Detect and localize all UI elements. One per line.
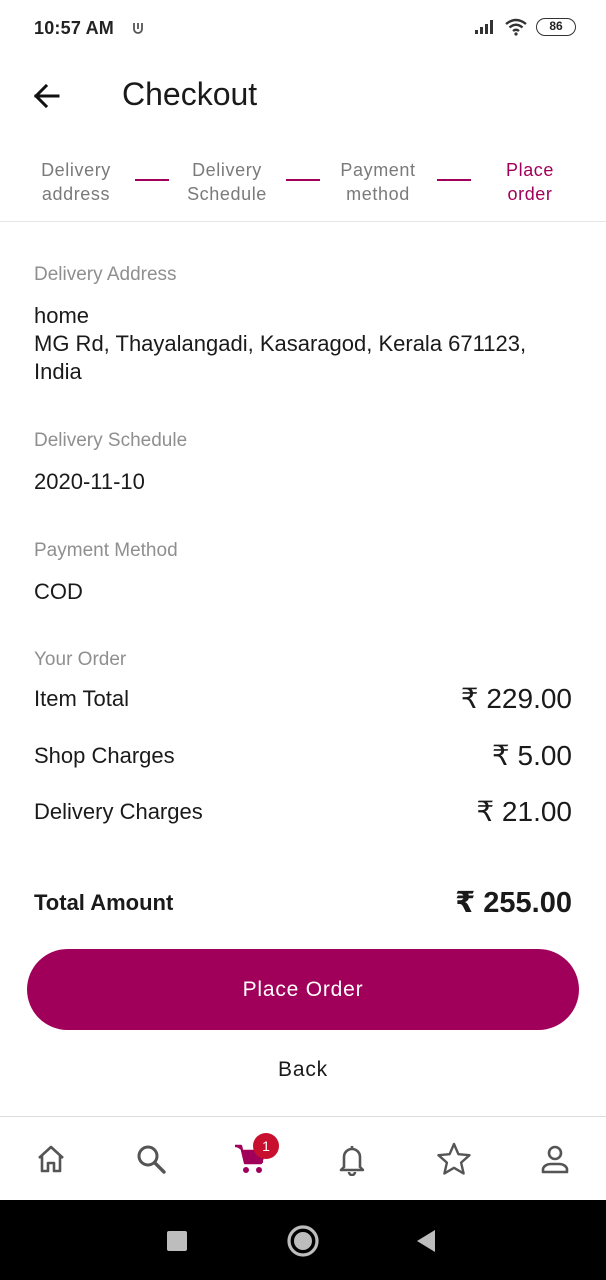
system-nav-bar (0, 1200, 606, 1280)
payment-method-label: Payment Method (34, 540, 178, 561)
step-label-line1: Delivery (41, 160, 111, 180)
order-row-item-total: Item Total ₹ 229.00 (34, 682, 572, 715)
step-label-line2: order (507, 184, 553, 204)
delivery-address-label: Delivery Address (34, 264, 177, 285)
order-row-amount: ₹ 21.00 (476, 796, 572, 827)
address-line1: MG Rd, Thayalangadi, Kasaragod, Kerala 6… (34, 331, 527, 356)
notification-icon (133, 23, 143, 34)
step-place-order[interactable]: Place order (470, 158, 590, 206)
step-connector (437, 179, 471, 181)
nav-favorites[interactable] (434, 1139, 474, 1179)
place-order-button[interactable]: Place Order (27, 949, 579, 1030)
delivery-schedule-label: Delivery Schedule (34, 430, 188, 451)
search-icon (137, 1145, 166, 1174)
step-label-line2: address (41, 184, 111, 204)
step-connector (286, 179, 320, 181)
total-amount-label: Total Amount (34, 889, 174, 915)
cart-badge: 1 (253, 1133, 279, 1159)
step-label-line1: Place (505, 160, 555, 180)
status-icons: 86 (474, 18, 576, 36)
wifi-icon (505, 18, 527, 36)
step-label-line2: method (346, 184, 410, 204)
nav-profile[interactable] (535, 1139, 575, 1179)
arrow-left-icon[interactable] (28, 76, 68, 116)
star-icon (437, 1142, 471, 1175)
address-line2: India (34, 359, 82, 384)
your-order-label: Your Order (34, 649, 127, 670)
checkout-stepper: Delivery address Delivery Schedule Payme… (0, 150, 606, 222)
step-delivery-address[interactable]: Delivery address (16, 158, 136, 206)
bell-icon (339, 1146, 365, 1176)
order-total-row: Total Amount ₹ 255.00 (34, 885, 572, 920)
order-row-label: Delivery Charges (34, 798, 203, 824)
profile-icon (541, 1145, 569, 1174)
status-time: 10:57 AM (34, 18, 114, 38)
step-label-line1: Delivery (192, 160, 262, 180)
delivery-address-value: home MG Rd, Thayalangadi, Kasaragod, Ker… (34, 302, 526, 386)
back-triangle-icon[interactable] (414, 1228, 438, 1254)
step-label-line2: Schedule (187, 184, 267, 204)
step-connector (135, 179, 169, 181)
nav-notifications[interactable] (332, 1139, 372, 1179)
payment-method-value: COD (34, 579, 83, 604)
delivery-schedule-value: 2020-11-10 (34, 469, 145, 494)
order-row-amount: ₹ 5.00 (491, 740, 572, 771)
order-row-delivery-charges: Delivery Charges ₹ 21.00 (34, 795, 572, 828)
nav-home[interactable] (31, 1139, 71, 1179)
signal-icon (475, 20, 493, 34)
step-delivery-schedule[interactable]: Delivery Schedule (167, 158, 287, 206)
bottom-nav: 1 (0, 1116, 606, 1200)
step-label-line1: Payment (340, 160, 416, 180)
status-bar: 10:57 AM 86 (0, 0, 606, 58)
total-amount-value: ₹ 255.00 (455, 887, 572, 919)
app-bar: Checkout (0, 58, 606, 134)
nav-search[interactable] (131, 1139, 171, 1179)
address-name: home (34, 303, 90, 328)
order-row-label: Item Total (34, 685, 129, 711)
battery-indicator: 86 (536, 18, 576, 36)
order-row-amount: ₹ 229.00 (460, 683, 572, 714)
step-payment-method[interactable]: Payment method (318, 158, 438, 206)
order-row-label: Shop Charges (34, 742, 175, 768)
order-row-shop-charges: Shop Charges ₹ 5.00 (34, 739, 572, 772)
home-icon (38, 1145, 64, 1173)
home-button-icon[interactable] (286, 1224, 320, 1258)
recent-apps-icon[interactable] (166, 1230, 188, 1252)
page-title: Checkout (122, 76, 258, 112)
back-button[interactable]: Back (0, 1058, 606, 1082)
